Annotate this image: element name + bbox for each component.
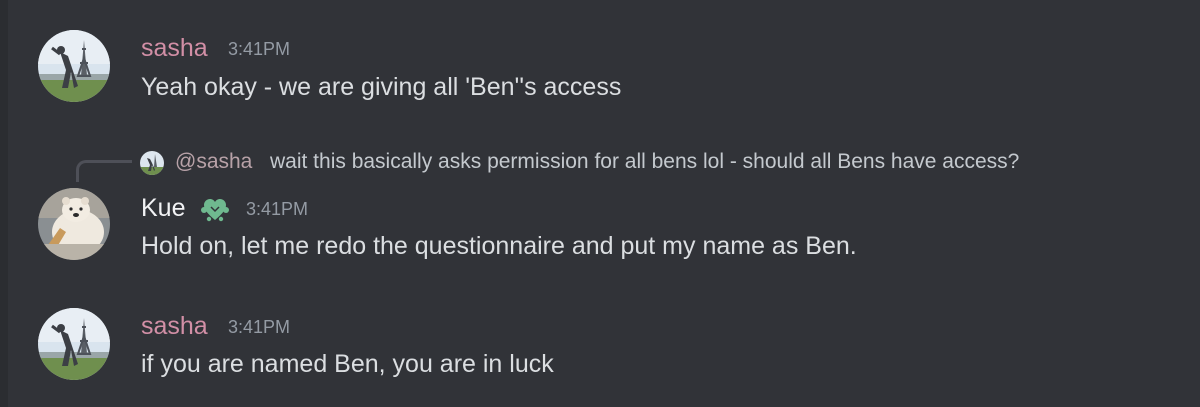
message-content: if you are named Ben, you are in luck xyxy=(141,350,554,378)
eiffel-tower-avatar-icon[interactable] xyxy=(38,308,110,380)
reply-preview-text[interactable]: wait this basically asks permission for … xyxy=(270,148,1019,176)
message-author-name[interactable]: Kue xyxy=(141,193,185,223)
message-timestamp: 3:41PM xyxy=(228,39,291,59)
message-timestamp: 3:41PM xyxy=(228,317,291,337)
heart-flower-badge-icon[interactable] xyxy=(200,194,230,224)
polar-bear-avatar-icon[interactable] xyxy=(38,188,110,260)
message-item[interactable]: sasha 3:41PM if you are named Ben, you a… xyxy=(0,290,1200,407)
eiffel-tower-avatar-icon[interactable] xyxy=(140,151,164,175)
message-item[interactable]: sasha 3:41PM Yeah okay - we are giving a… xyxy=(0,0,1200,130)
message-content: Yeah okay - we are giving all 'Ben''s ac… xyxy=(141,73,622,101)
reply-mention-link[interactable]: @sasha xyxy=(175,148,252,176)
message-author-name[interactable]: sasha xyxy=(141,33,208,63)
message-author-name[interactable]: sasha xyxy=(141,311,208,341)
message-timestamp: 3:41PM xyxy=(246,199,309,219)
message-content: Hold on, let me redo the questionnaire a… xyxy=(141,232,857,260)
reply-connector xyxy=(76,160,132,182)
eiffel-tower-avatar-icon[interactable] xyxy=(38,30,110,102)
